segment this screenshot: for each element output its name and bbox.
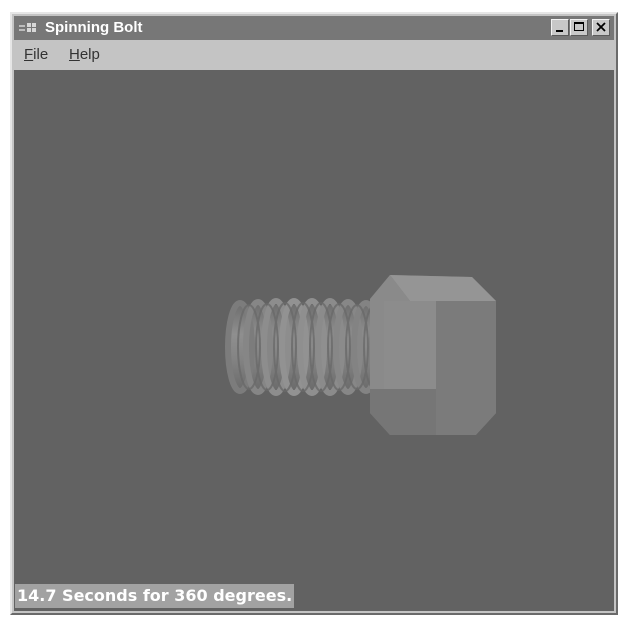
menu-bar: File Help — [14, 42, 614, 68]
render-viewport[interactable]: 14.7 Seconds for 360 degrees. — [14, 70, 614, 611]
menu-file-mnemonic: F — [24, 46, 34, 63]
minimize-icon — [556, 30, 563, 32]
page: Spinning Bolt File Help 14.7 Seconds for… — [0, 0, 622, 619]
menu-help[interactable]: Help — [69, 46, 100, 64]
menu-file[interactable]: File — [24, 46, 48, 64]
maximize-button[interactable] — [570, 19, 588, 36]
menu-help-mnemonic: H — [69, 46, 80, 63]
menu-file-rest: ile — [33, 46, 49, 63]
rotation-status: 14.7 Seconds for 360 degrees. — [15, 584, 295, 608]
minimize-button[interactable] — [551, 19, 569, 36]
maximize-icon — [574, 22, 584, 31]
menu-help-rest: elp — [79, 46, 100, 63]
app-icon[interactable] — [19, 22, 39, 34]
hex-bolt-render — [225, 275, 496, 435]
close-button[interactable] — [592, 19, 610, 36]
window-title: Spinning Bolt — [45, 19, 143, 36]
app-window: Spinning Bolt File Help 14.7 Seconds for… — [10, 12, 618, 615]
title-bar[interactable]: Spinning Bolt — [14, 16, 614, 40]
close-icon — [596, 22, 606, 32]
